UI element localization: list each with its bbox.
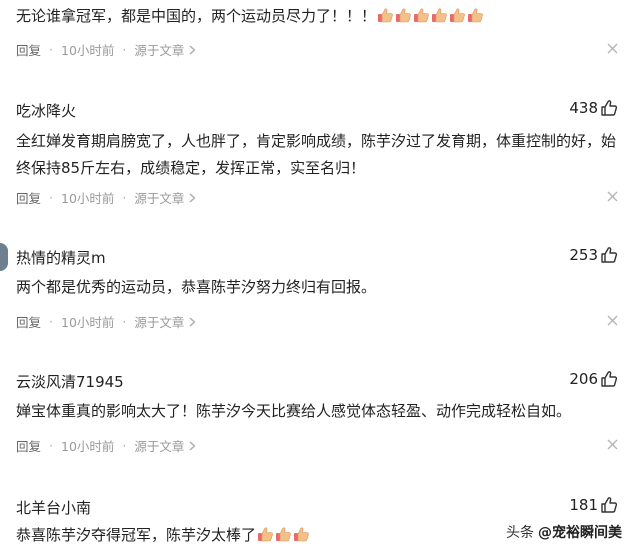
chevron-right-icon [189,441,196,450]
emoji-row [376,7,484,25]
like-count: 181 [569,496,598,514]
like-button[interactable]: 206 [569,370,618,388]
like-count: 438 [569,99,598,117]
comment-time: 10小时前 [61,315,115,330]
comment-meta: 回复 · 10小时前 · 源于文章 [16,436,196,455]
avatar[interactable] [0,243,8,271]
comment-text: 两个都是优秀的运动员，恭喜陈芋汐努力终归有回报。 [16,278,377,296]
reply-button[interactable]: 回复 [16,188,41,207]
source-article-link[interactable]: 源于文章 [134,40,184,59]
thumbs-up-emoji [414,8,429,23]
comment-time: 10小时前 [61,439,115,454]
comment-text: 全红婵发育期肩膀宽了，人也胖了，肯定影响成绩，陈芋汐过了发育期，体重控制的好，始… [16,132,617,177]
source-article-link[interactable]: 源于文章 [134,312,184,331]
comment-text: 无论谁拿冠军，都是中国的，两个运动员尽力了！！！ [16,3,616,30]
separator-dot: · [122,314,127,329]
separator-dot: · [122,190,127,205]
reply-button[interactable]: 回复 [16,436,41,455]
close-icon[interactable] [607,439,618,450]
thumbs-up-emoji [294,527,309,542]
reply-button[interactable]: 回复 [16,40,41,59]
thumbs-up-emoji [468,8,483,23]
thumbs-up-emoji [432,8,447,23]
separator-dot: · [49,314,53,329]
separator-dot: · [122,42,127,57]
username[interactable]: 云淡风清71945 [16,371,124,392]
separator-dot: · [49,42,53,57]
reply-button[interactable]: 回复 [16,312,41,331]
like-button[interactable]: 253 [569,246,618,264]
comment-meta: 回复 · 10小时前 · 源于文章 [16,312,196,331]
thumbs-up-emoji [378,8,393,23]
emoji-row [256,526,310,544]
comment-meta: 回复 · 10小时前 · 源于文章 [16,188,196,207]
thumbs-up-emoji [396,8,411,23]
close-icon[interactable] [607,43,618,54]
username[interactable]: 北羊台小南 [16,497,91,518]
close-icon[interactable] [607,315,618,326]
thumbs-up-emoji [450,8,465,23]
thumbs-up-icon [601,100,618,116]
chevron-right-icon [189,45,196,54]
like-button[interactable]: 438 [569,99,618,117]
comment-meta: 回复 · 10小时前 · 源于文章 [16,40,196,59]
thumbs-up-icon [601,247,618,263]
chevron-right-icon [189,317,196,326]
like-count: 206 [569,370,598,388]
comment-text: 婵宝体重真的影响太大了！陈芋汐今天比赛给人感觉体态轻盈、动作完成轻松自如。 [16,402,572,420]
source-article-link[interactable]: 源于文章 [134,436,184,455]
watermark-prefix: 头条 [506,525,534,541]
username[interactable]: 吃冰降火 [16,100,76,121]
like-button[interactable]: 181 [569,496,618,514]
username[interactable]: 热情的精灵m [16,247,106,268]
thumbs-up-emoji [258,527,273,542]
comment-time: 10小时前 [61,43,115,58]
thumbs-up-emoji [276,527,291,542]
source-article-link[interactable]: 源于文章 [134,188,184,207]
watermark: 头条 @宠裕瞬间美 [502,520,626,544]
comment-time: 10小时前 [61,191,115,206]
separator-dot: · [49,438,53,453]
thumbs-up-icon [601,371,618,387]
separator-dot: · [49,190,53,205]
thumbs-up-icon [601,497,618,513]
chevron-right-icon [189,193,196,202]
close-icon[interactable] [607,191,618,202]
separator-dot: · [122,438,127,453]
watermark-handle: @宠裕瞬间美 [538,525,622,541]
like-count: 253 [569,246,598,264]
